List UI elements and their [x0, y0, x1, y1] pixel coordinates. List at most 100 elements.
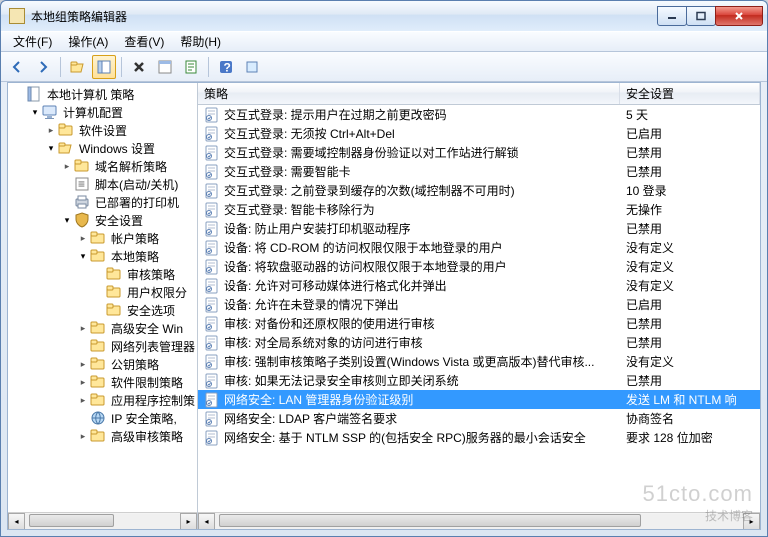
tree-item[interactable]: ▾本地策略	[8, 247, 197, 265]
list-row[interactable]: 设备: 允许对可移动媒体进行格式化并弹出没有定义	[198, 276, 760, 295]
toolbar: ?	[1, 52, 767, 82]
policy-icon	[204, 278, 220, 294]
list-horizontal-scrollbar[interactable]: ◂ ▸	[198, 512, 760, 529]
setting-cell: 已禁用	[620, 144, 760, 161]
expand-icon[interactable]: ▸	[44, 123, 58, 137]
tree-item[interactable]: ▾安全设置	[8, 211, 197, 229]
expand-icon[interactable]: ▸	[76, 429, 90, 443]
tree-item[interactable]: ▸域名解析策略	[8, 157, 197, 175]
list-row[interactable]: 交互式登录: 需要智能卡已禁用	[198, 162, 760, 181]
policy-cell: 审核: 如果无法记录安全审核则立即关闭系统	[198, 372, 620, 389]
column-header-setting[interactable]: 安全设置	[620, 83, 760, 104]
folder-icon	[106, 302, 122, 318]
tree-item[interactable]: ▾计算机配置	[8, 103, 197, 121]
expand-icon[interactable]: ▸	[76, 231, 90, 245]
list-row[interactable]: 网络安全: LDAP 客户端签名要求协商签名	[198, 409, 760, 428]
tree-horizontal-scrollbar[interactable]: ◂ ▸	[8, 512, 197, 529]
show-tree-button[interactable]	[92, 55, 116, 79]
tree-item[interactable]: 安全选项	[8, 301, 197, 319]
menu-help[interactable]: 帮助(H)	[172, 31, 229, 52]
list-row[interactable]: 交互式登录: 之前登录到缓存的次数(域控制器不可用时)10 登录	[198, 181, 760, 200]
list-row[interactable]: 审核: 强制审核策略子类别设置(Windows Vista 或更高版本)替代审核…	[198, 352, 760, 371]
tree-item[interactable]: ▸公钥策略	[8, 355, 197, 373]
tree-item-label: 软件限制策略	[109, 373, 185, 392]
properties-button[interactable]	[153, 55, 177, 79]
list-row[interactable]: 审核: 如果无法记录安全审核则立即关闭系统已禁用	[198, 371, 760, 390]
tree-item[interactable]: ▸高级审核策略	[8, 427, 197, 445]
policy-cell: 设备: 将 CD-ROM 的访问权限仅限于本地登录的用户	[198, 239, 620, 256]
menu-file[interactable]: 文件(F)	[5, 31, 60, 52]
refresh-button[interactable]	[240, 55, 264, 79]
scroll-left-button[interactable]: ◂	[198, 513, 215, 530]
back-button[interactable]	[5, 55, 29, 79]
scroll-right-button[interactable]: ▸	[180, 513, 197, 530]
list-row[interactable]: 审核: 对全局系统对象的访问进行审核已禁用	[198, 333, 760, 352]
collapse-icon[interactable]: ▾	[76, 249, 90, 263]
tree-item[interactable]: 已部署的打印机	[8, 193, 197, 211]
tree-item-label: 安全选项	[125, 301, 177, 320]
forward-button[interactable]	[31, 55, 55, 79]
menubar: 文件(F) 操作(A) 查看(V) 帮助(H)	[1, 31, 767, 52]
titlebar[interactable]: 本地组策略编辑器	[1, 1, 767, 31]
setting-cell: 没有定义	[620, 277, 760, 294]
menu-action[interactable]: 操作(A)	[60, 31, 116, 52]
folder-icon	[90, 374, 106, 390]
expand-icon[interactable]: ▸	[76, 357, 90, 371]
list-row[interactable]: 审核: 对备份和还原权限的使用进行审核已禁用	[198, 314, 760, 333]
up-button[interactable]	[66, 55, 90, 79]
minimize-button[interactable]	[657, 6, 687, 26]
list-row[interactable]: 交互式登录: 无须按 Ctrl+Alt+Del已启用	[198, 124, 760, 143]
list-row[interactable]: 设备: 允许在未登录的情况下弹出已启用	[198, 295, 760, 314]
scroll-left-button[interactable]: ◂	[8, 513, 25, 530]
tree-item[interactable]: ▸软件设置	[8, 121, 197, 139]
menu-view[interactable]: 查看(V)	[116, 31, 172, 52]
expand-icon[interactable]: ▸	[76, 321, 90, 335]
list-row[interactable]: 设备: 将软盘驱动器的访问权限仅限于本地登录的用户没有定义	[198, 257, 760, 276]
expand-icon[interactable]: ▸	[76, 375, 90, 389]
expand-icon[interactable]: ▸	[60, 159, 74, 173]
help-button[interactable]: ?	[214, 55, 238, 79]
tree-item[interactable]: 网络列表管理器	[8, 337, 197, 355]
list-row[interactable]: 交互式登录: 提示用户在过期之前更改密码5 天	[198, 105, 760, 124]
list-row[interactable]: 网络安全: 基于 NTLM SSP 的(包括安全 RPC)服务器的最小会话安全要…	[198, 428, 760, 447]
tree-item-label: 应用程序控制策	[109, 391, 197, 410]
collapse-icon[interactable]: ▾	[28, 105, 42, 119]
app-window: 本地组策略编辑器 文件(F) 操作(A) 查看(V) 帮助(H) ? 本地计算机…	[0, 0, 768, 537]
list-row[interactable]: 交互式登录: 需要域控制器身份验证以对工作站进行解锁已禁用	[198, 143, 760, 162]
tree-item[interactable]: 脚本(启动/关机)	[8, 175, 197, 193]
policy-icon	[204, 145, 220, 161]
list-row[interactable]: 设备: 防止用户安装打印机驱动程序已禁用	[198, 219, 760, 238]
tree-item[interactable]: 用户权限分	[8, 283, 197, 301]
tree-item[interactable]: 本地计算机 策略	[8, 85, 197, 103]
tree-item[interactable]: ▸高级安全 Win	[8, 319, 197, 337]
list-row[interactable]: 交互式登录: 智能卡移除行为无操作	[198, 200, 760, 219]
list-view[interactable]: 交互式登录: 提示用户在过期之前更改密码5 天交互式登录: 无须按 Ctrl+A…	[198, 105, 760, 512]
tree-item[interactable]: 审核策略	[8, 265, 197, 283]
collapse-icon[interactable]: ▾	[60, 213, 74, 227]
setting-cell: 已禁用	[620, 315, 760, 332]
maximize-button[interactable]	[686, 6, 716, 26]
column-header-policy[interactable]: 策略	[198, 83, 620, 104]
list-row[interactable]: 设备: 将 CD-ROM 的访问权限仅限于本地登录的用户没有定义	[198, 238, 760, 257]
globe-icon	[90, 410, 106, 426]
setting-cell: 没有定义	[620, 239, 760, 256]
twisty-spacer	[92, 303, 106, 317]
close-button[interactable]	[715, 6, 763, 26]
folder-open-icon	[58, 140, 74, 156]
tree-item[interactable]: ▸ 软件限制策略	[8, 373, 197, 391]
folder-icon	[90, 356, 106, 372]
policy-cell: 审核: 强制审核策略子类别设置(Windows Vista 或更高版本)替代审核…	[198, 353, 620, 370]
list-row[interactable]: 网络安全: LAN 管理器身份验证级别发送 LM 和 NTLM 响	[198, 390, 760, 409]
collapse-icon[interactable]: ▾	[44, 141, 58, 155]
tree-item[interactable]: ▸ 应用程序控制策	[8, 391, 197, 409]
tree-item[interactable]: IP 安全策略,	[8, 409, 197, 427]
expand-icon[interactable]: ▸	[76, 393, 90, 407]
script-icon	[74, 176, 90, 192]
scroll-right-button[interactable]: ▸	[743, 513, 760, 530]
delete-button[interactable]	[127, 55, 151, 79]
export-button[interactable]	[179, 55, 203, 79]
tree-item[interactable]: ▸帐户策略	[8, 229, 197, 247]
policy-cell: 交互式登录: 之前登录到缓存的次数(域控制器不可用时)	[198, 182, 620, 199]
tree-view[interactable]: 本地计算机 策略▾计算机配置▸软件设置▾Windows 设置▸域名解析策略脚本(…	[8, 83, 197, 512]
tree-item[interactable]: ▾Windows 设置	[8, 139, 197, 157]
